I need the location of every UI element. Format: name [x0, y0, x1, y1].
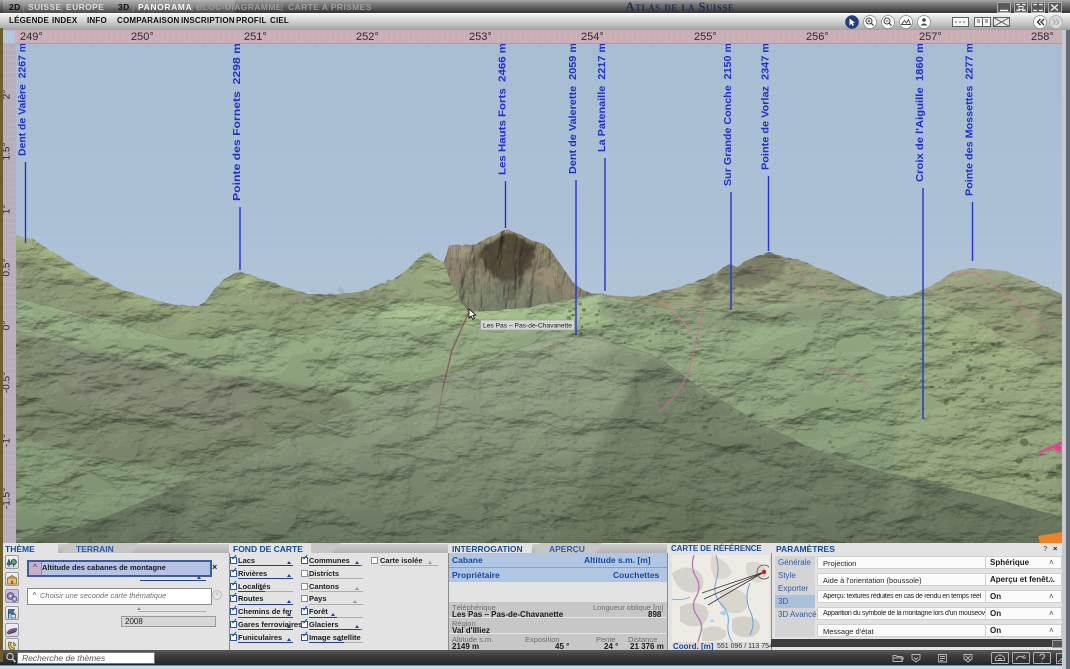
svg-text:La Patenaille 2217 m: La Patenaille 2217 m [597, 44, 608, 152]
svg-text:Dent de Valerette 2059 m: Dent de Valerette 2059 m [568, 44, 579, 174]
svg-text:Les Hauts Forts 2466 m: Les Hauts Forts 2466 m [498, 44, 509, 175]
svg-text:Croix de l'Aiguille 1860 m: Croix de l'Aiguille 1860 m [915, 44, 926, 182]
svg-text:Pointe de Vorlaz 2347 m: Pointe de Vorlaz 2347 m [761, 44, 772, 170]
svg-text:Les Pas – Pas-de-Chavanette: Les Pas – Pas-de-Chavanette [483, 322, 572, 329]
svg-text:Dent de Valère 2267 m: Dent de Valère 2267 m [18, 44, 29, 156]
svg-text:Pointe des Mossettes 2277 m: Pointe des Mossettes 2277 m [965, 44, 976, 196]
svg-text:Pointe des Fornets 2298 m: Pointe des Fornets 2298 m [232, 44, 243, 201]
svg-text:Sur Grande Conche 2150 m: Sur Grande Conche 2150 m [723, 44, 734, 186]
